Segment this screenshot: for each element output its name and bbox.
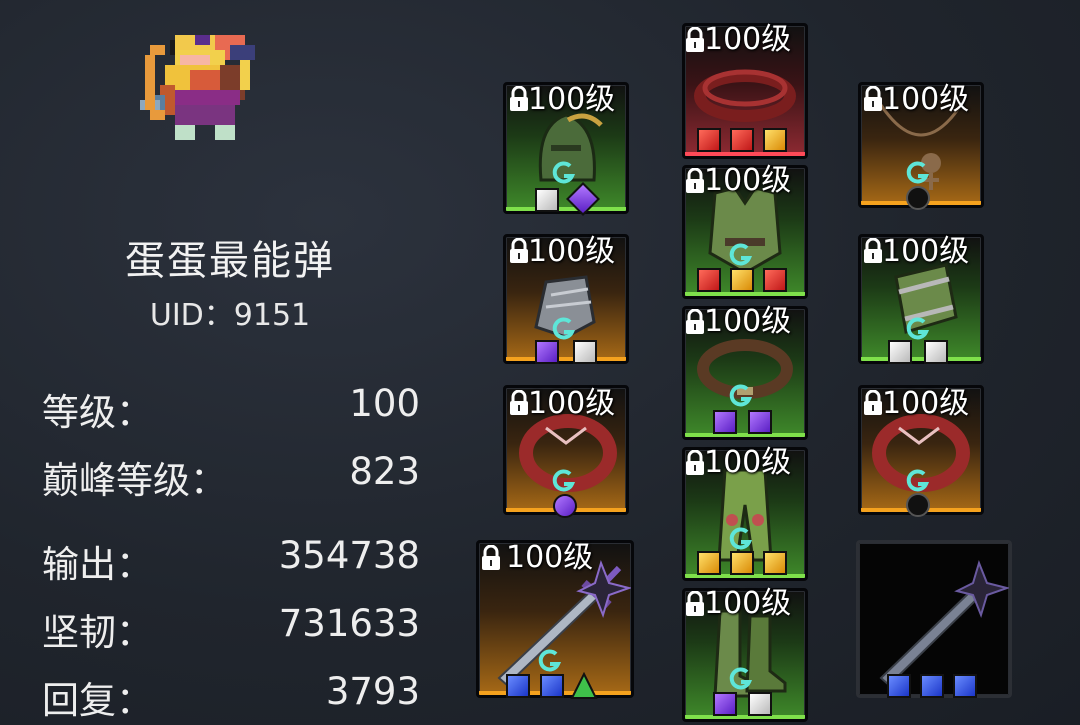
lock-icon	[510, 86, 528, 111]
stat-peak-level: 巅峰等级： 823	[42, 450, 420, 502]
stat-level: 等级： 100	[42, 382, 420, 434]
swirl-icon	[729, 667, 753, 690]
item-level-label: 100级	[704, 22, 792, 57]
stat-toughness: 坚韧： 731633	[42, 602, 420, 654]
item-level-label: 100级	[704, 304, 792, 339]
gem-white	[748, 692, 772, 716]
lock-icon	[686, 591, 704, 616]
gem-purple	[713, 410, 737, 434]
lock-icon	[510, 238, 528, 263]
item-level-label: 100级	[704, 163, 792, 198]
lock-icon	[864, 86, 882, 111]
gem-green-triangle	[570, 672, 598, 699]
stat-label: 巅峰等级：	[42, 459, 227, 502]
gem-purple	[713, 692, 737, 716]
stat-label: 回复：	[42, 679, 153, 722]
gem-red	[730, 128, 754, 152]
item-level-label: 100级	[506, 540, 594, 575]
item-level-label: 100级	[704, 445, 792, 480]
stat-label: 输出：	[42, 543, 153, 586]
lock-icon	[686, 450, 704, 475]
stat-label: 坚韧：	[42, 611, 153, 654]
gem-skull	[553, 494, 577, 518]
item-level-label: 100级	[528, 386, 616, 421]
lock-icon	[482, 545, 500, 570]
item-level-label: 100级	[528, 82, 616, 117]
stat-label: 等级：	[42, 391, 153, 434]
swirl-icon	[729, 384, 753, 407]
gem-gold	[763, 551, 787, 575]
lock-icon	[864, 390, 882, 415]
stat-value: 3793	[325, 670, 420, 713]
item-level-label: 100级	[882, 234, 970, 269]
gem-white	[573, 340, 597, 364]
character-avatar	[140, 35, 255, 140]
gem-white	[535, 188, 559, 212]
swirl-icon	[552, 317, 576, 340]
player-uid: UID：9151	[149, 298, 311, 333]
item-level-label: 100级	[528, 234, 616, 269]
gem-white	[924, 340, 948, 364]
swirl-icon	[552, 469, 576, 492]
item-level-label: 100级	[704, 586, 792, 621]
lock-icon	[864, 238, 882, 263]
lock-icon	[686, 27, 704, 52]
swirl-icon	[729, 527, 753, 550]
item-level-label: 100级	[882, 82, 970, 117]
swirl-icon	[906, 317, 930, 340]
gem-white	[888, 340, 912, 364]
swirl-icon	[906, 161, 930, 184]
gem-blue	[506, 674, 530, 698]
stat-output: 输出： 354738	[42, 534, 420, 586]
gem-blue	[887, 674, 911, 698]
gem-socket-empty	[906, 186, 930, 210]
player-name: 蛋蛋最能弹	[125, 238, 335, 284]
stat-value: 731633	[278, 602, 420, 645]
stat-recovery: 回复： 3793	[42, 670, 420, 722]
gem-blue	[920, 674, 944, 698]
swirl-icon	[538, 649, 562, 672]
gem-red	[697, 128, 721, 152]
gem-socket-empty	[906, 493, 930, 517]
gem-red	[763, 268, 787, 292]
swirl-icon	[906, 469, 930, 492]
lock-icon	[686, 309, 704, 334]
gem-gold	[763, 128, 787, 152]
gem-red	[697, 268, 721, 292]
sword-icon	[879, 559, 1009, 687]
gem-gold	[730, 268, 754, 292]
lock-icon	[510, 390, 528, 415]
swirl-icon	[729, 243, 753, 266]
lock-icon	[686, 168, 704, 193]
item-level-label: 100级	[882, 386, 970, 421]
gem-purple	[535, 340, 559, 364]
swirl-icon	[552, 161, 576, 184]
gem-purple	[748, 410, 772, 434]
stat-value: 823	[349, 450, 420, 493]
stat-value: 354738	[278, 534, 420, 577]
stat-value: 100	[349, 382, 420, 425]
gem-blue	[953, 674, 977, 698]
gem-blue	[540, 674, 564, 698]
gem-gold	[697, 551, 721, 575]
gem-gold	[730, 551, 754, 575]
